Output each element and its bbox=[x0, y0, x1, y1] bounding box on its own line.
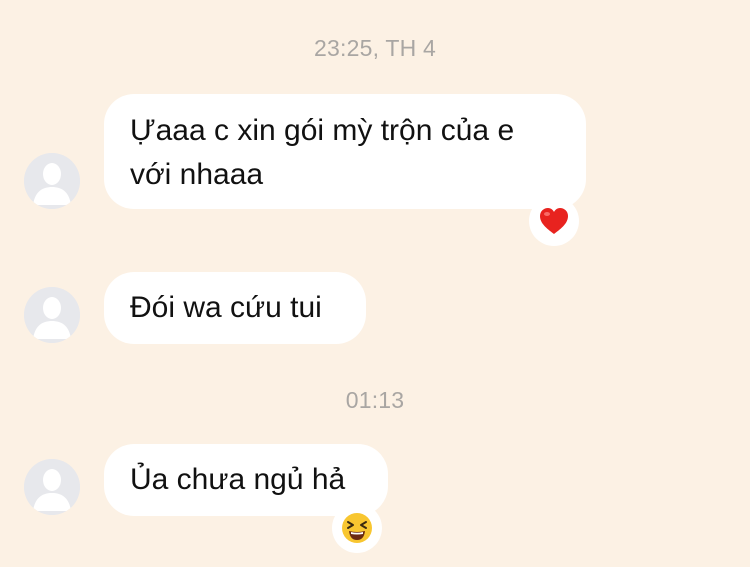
default-avatar-icon bbox=[24, 459, 80, 515]
avatar[interactable] bbox=[24, 287, 80, 343]
message-text: Đói wa cứu tui bbox=[130, 291, 322, 324]
heart-icon bbox=[540, 208, 568, 234]
message-timestamp: 01:13 bbox=[345, 387, 405, 413]
avatar[interactable] bbox=[24, 153, 80, 209]
avatar[interactable] bbox=[24, 459, 80, 515]
message-bubble[interactable]: Ựaaa c xin gói mỳ trộn của e với nhaaa bbox=[104, 94, 586, 209]
message-text-line: với nhaaa bbox=[130, 158, 264, 191]
laughing-face-icon bbox=[342, 513, 372, 543]
reaction-badge[interactable] bbox=[332, 503, 382, 553]
default-avatar-icon bbox=[24, 287, 80, 343]
message-bubble[interactable]: Đói wa cứu tui bbox=[104, 272, 366, 344]
message-text-line: Ựaaa c xin gói mỳ trộn của e bbox=[130, 114, 515, 147]
message-timestamp: 23:25, TH 4 bbox=[314, 35, 436, 61]
default-avatar-icon bbox=[24, 153, 80, 209]
chat-screen: { "messages": [ { "timestamp": "23:25, T… bbox=[0, 0, 750, 567]
reaction-badge[interactable] bbox=[529, 196, 579, 246]
message-text: Ủa chưa ngủ hả bbox=[130, 463, 346, 496]
